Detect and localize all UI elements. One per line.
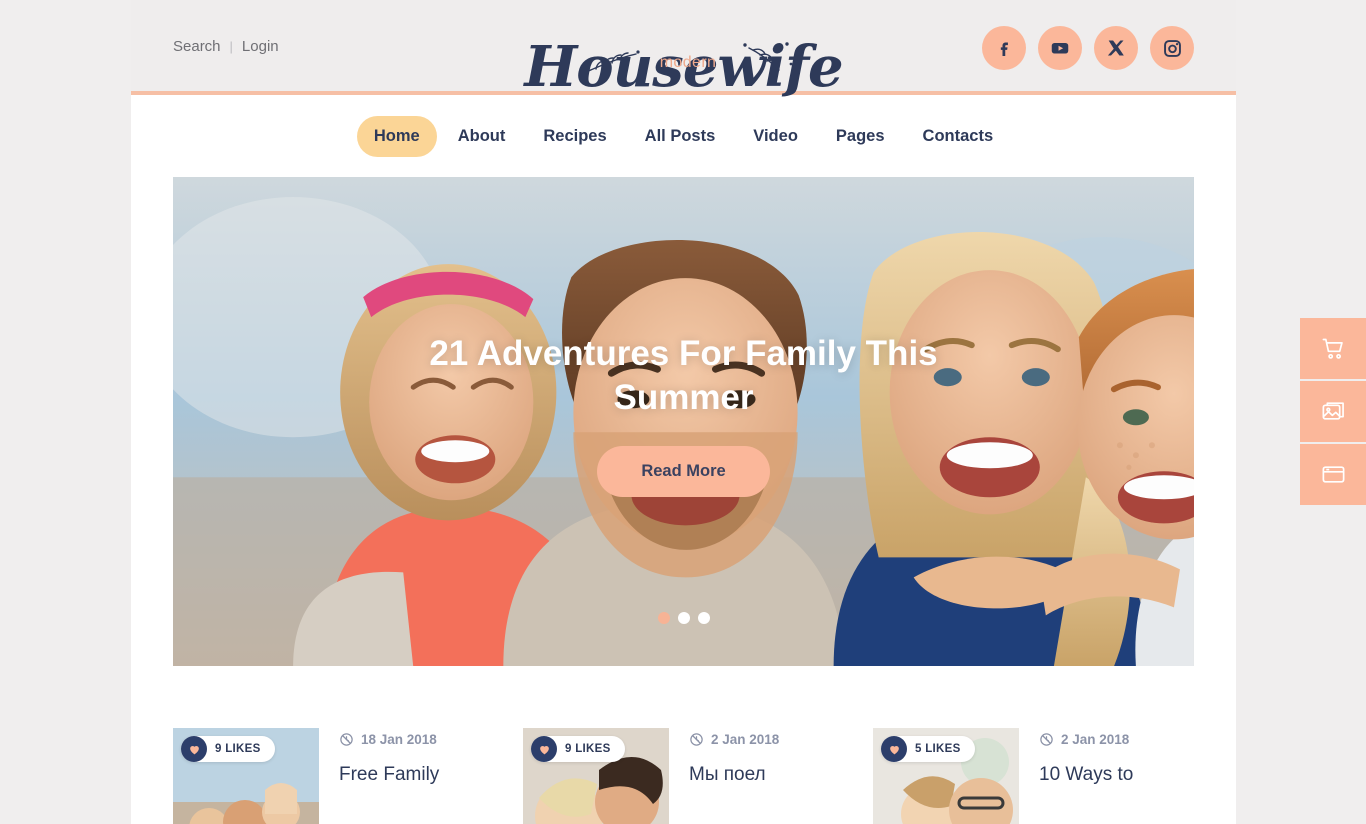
likes-count: 9 LIKES — [215, 743, 261, 755]
hero-read-more-button[interactable]: Read More — [597, 446, 770, 498]
youtube-icon — [1051, 42, 1069, 54]
post-meta: 18 Jan 2018 — [339, 732, 439, 747]
hero-title: 21 Adventures For Family This Summer — [429, 333, 938, 417]
social-x-button[interactable] — [1094, 26, 1138, 70]
likes-badge: 5 LIKES — [881, 736, 975, 762]
floating-action-bar — [1300, 318, 1366, 505]
social-instagram-button[interactable] — [1150, 26, 1194, 70]
facebook-icon — [1000, 42, 1008, 56]
post-date: 2 Jan 2018 — [711, 732, 780, 747]
float-layout-button[interactable] — [1300, 444, 1366, 505]
shopping-cart-icon — [1322, 338, 1343, 359]
float-gallery-button[interactable] — [1300, 381, 1366, 442]
post-body: 2 Jan 2018 Мы поел — [689, 728, 779, 824]
likes-badge: 9 LIKES — [181, 736, 275, 762]
likes-count: 9 LIKES — [565, 743, 611, 755]
heart-icon — [181, 736, 207, 762]
clock-icon — [340, 733, 353, 746]
leaf-sprig-right-icon — [739, 36, 809, 76]
post-meta: 2 Jan 2018 — [689, 732, 779, 747]
post-date: 2 Jan 2018 — [1061, 732, 1130, 747]
top-bar: Search | Login modern Housewife — [131, 0, 1236, 100]
clock-icon — [1040, 733, 1053, 746]
post-date: 18 Jan 2018 — [361, 732, 437, 747]
post-card[interactable]: 5 LIKES 2 Jan 2018 10 Ways to — [873, 728, 1192, 824]
hero-dot-3[interactable] — [697, 612, 710, 624]
nav-item-video[interactable]: Video — [736, 116, 815, 157]
hero-pagination — [657, 612, 710, 624]
instagram-icon — [1163, 39, 1181, 57]
nav-item-home[interactable]: Home — [356, 115, 437, 157]
clock-icon — [690, 733, 703, 746]
heart-icon — [531, 736, 557, 762]
hero-dot-1[interactable] — [657, 612, 670, 624]
nav-item-pages[interactable]: Pages — [819, 116, 902, 157]
hero-overlay: 21 Adventures For Family This Summer Rea… — [173, 177, 1194, 666]
post-card[interactable]: 9 LIKES 2 Jan 2018 Мы поел — [523, 728, 842, 824]
login-link[interactable]: Login — [242, 38, 279, 55]
post-card[interactable]: 9 LIKES 18 Jan 2018 Free Family — [173, 728, 492, 824]
hero-slider[interactable]: 21 Adventures For Family This Summer Rea… — [173, 177, 1194, 666]
post-thumbnail[interactable]: 9 LIKES — [523, 728, 669, 824]
post-title[interactable]: Мы поел — [689, 763, 779, 788]
leaf-sprig-left-icon — [582, 48, 642, 78]
post-title[interactable]: Free Family — [339, 763, 439, 788]
nav-item-contacts[interactable]: Contacts — [906, 116, 1011, 157]
main-navigation: Home About Recipes All Posts Video Pages… — [131, 95, 1236, 177]
social-links — [982, 26, 1194, 70]
post-list: 9 LIKES 18 Jan 2018 Free Family 9 LIKES … — [173, 728, 1194, 824]
search-link[interactable]: Search — [173, 38, 221, 55]
images-icon — [1322, 402, 1344, 420]
nav-item-all-posts[interactable]: All Posts — [628, 116, 733, 157]
nav-item-about[interactable]: About — [441, 116, 523, 157]
post-body: 2 Jan 2018 10 Ways to — [1039, 728, 1133, 824]
window-icon — [1322, 466, 1344, 483]
topbar-separator: | — [229, 39, 233, 54]
post-thumbnail[interactable]: 5 LIKES — [873, 728, 1019, 824]
post-meta: 2 Jan 2018 — [1039, 732, 1133, 747]
page-background: Search | Login modern Housewife Home Abo… — [0, 0, 1366, 824]
likes-count: 5 LIKES — [915, 743, 961, 755]
logo-script-text: Housewife — [524, 34, 843, 100]
social-facebook-button[interactable] — [982, 26, 1026, 70]
x-twitter-icon — [1107, 40, 1124, 56]
post-title[interactable]: 10 Ways to — [1039, 763, 1133, 788]
topbar-links: Search | Login — [173, 38, 279, 55]
nav-item-recipes[interactable]: Recipes — [526, 116, 623, 157]
post-body: 18 Jan 2018 Free Family — [339, 728, 439, 824]
float-cart-button[interactable] — [1300, 318, 1366, 379]
logo-accent-text: modern — [659, 54, 717, 71]
hero-dot-2[interactable] — [677, 612, 690, 624]
post-thumbnail[interactable]: 9 LIKES — [173, 728, 319, 824]
heart-icon — [881, 736, 907, 762]
social-youtube-button[interactable] — [1038, 26, 1082, 70]
site-container: Search | Login modern Housewife Home Abo… — [131, 0, 1236, 824]
likes-badge: 9 LIKES — [531, 736, 625, 762]
